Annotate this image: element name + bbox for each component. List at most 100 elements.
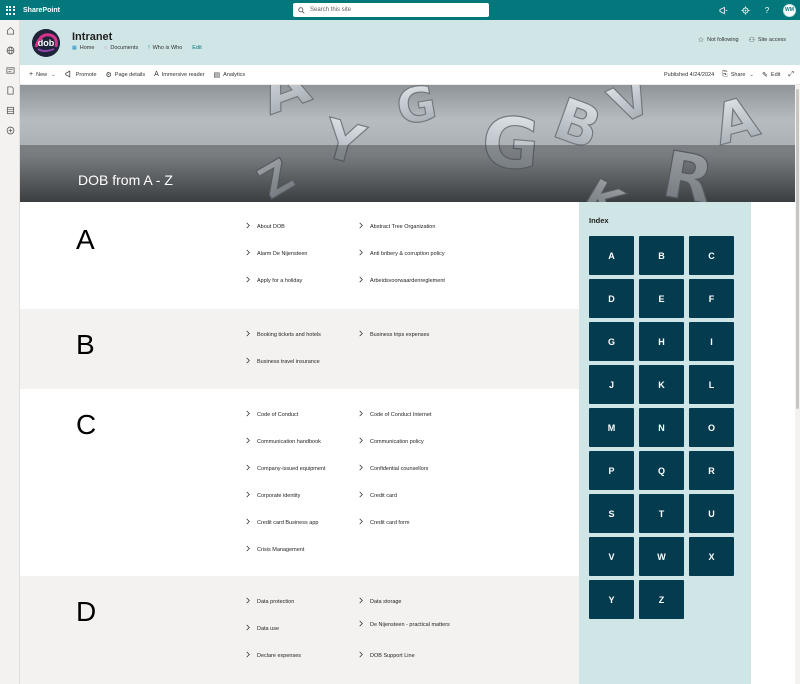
share-button[interactable]: ⎘ Share ⌄: [722, 71, 754, 79]
link-label: Declare expenses: [257, 653, 302, 659]
link-label: De Nijensteen - practical matters: [370, 622, 450, 628]
index-tile[interactable]: N: [639, 408, 684, 447]
page-details-button[interactable]: ⚙ Page details: [106, 71, 146, 79]
index-tile[interactable]: A: [589, 236, 634, 275]
link-item[interactable]: Data use: [245, 624, 347, 633]
link-item[interactable]: De Nijensteen - practical matters: [358, 620, 452, 629]
index-tile[interactable]: E: [639, 279, 684, 318]
index-tile[interactable]: H: [639, 322, 684, 361]
person-icon: ǃ: [148, 45, 150, 51]
index-tile[interactable]: I: [689, 322, 734, 361]
index-tile[interactable]: Q: [639, 451, 684, 490]
nav-item-home[interactable]: ▦ Home: [72, 45, 94, 51]
index-tile[interactable]: V: [589, 537, 634, 576]
chevron-right-icon: [246, 276, 250, 283]
index-tile[interactable]: W: [639, 537, 684, 576]
create-icon[interactable]: [0, 120, 20, 140]
news-icon[interactable]: [0, 60, 20, 80]
index-tile[interactable]: Z: [639, 580, 684, 619]
search-input[interactable]: Search this site: [293, 3, 489, 17]
index-tile[interactable]: K: [639, 365, 684, 404]
published-status: Published 4/24/2024: [664, 72, 714, 78]
gear-icon[interactable]: [734, 5, 756, 15]
index-tile[interactable]: P: [589, 451, 634, 490]
pencil-icon: ✎: [762, 72, 768, 79]
analytics-button[interactable]: ▤ Analytics: [214, 71, 246, 79]
promote-button[interactable]: Promote: [65, 70, 97, 80]
nav-item-documents[interactable]: ◌ Documents: [104, 45, 138, 51]
page-scrollbar[interactable]: [795, 85, 800, 684]
index-tile[interactable]: C: [689, 236, 734, 275]
link-item[interactable]: Arbeidsvoorwaardenreglement: [358, 276, 480, 285]
site-access-button[interactable]: ⚇ Site access: [749, 36, 786, 44]
link-item[interactable]: Business trips expenses: [358, 330, 460, 339]
nav-edit-link[interactable]: Edit: [192, 45, 201, 51]
link-item[interactable]: Business travel insurance: [245, 357, 347, 366]
new-button[interactable]: + New ⌄: [29, 71, 56, 78]
megaphone-icon[interactable]: [712, 6, 734, 15]
link-label: Code of Conduct Internet: [370, 412, 432, 418]
expand-icon[interactable]: ⤢: [788, 71, 794, 79]
link-item[interactable]: DOB Support Line: [358, 651, 460, 660]
index-tile[interactable]: J: [589, 365, 634, 404]
avatar[interactable]: WM: [783, 3, 796, 17]
link-item[interactable]: Apply for a holiday: [245, 276, 347, 285]
immersive-reader-button[interactable]: A Immersive reader: [154, 71, 204, 78]
link-item[interactable]: Credit card form: [358, 518, 460, 527]
chevron-down-icon: ⌄: [749, 72, 755, 78]
index-tile[interactable]: R: [689, 451, 734, 490]
link-item[interactable]: Communication handbook: [245, 437, 347, 446]
follow-button[interactable]: ☆ Not following: [698, 36, 739, 44]
link-item[interactable]: About DOB: [245, 222, 347, 231]
index-tile[interactable]: B: [639, 236, 684, 275]
link-item[interactable]: Credit card Business app: [245, 518, 367, 527]
page-details-label: Page details: [114, 71, 146, 78]
link-item[interactable]: Data protection: [245, 597, 347, 606]
index-tile[interactable]: X: [689, 537, 734, 576]
edit-button[interactable]: ✎ Edit: [762, 71, 780, 79]
link-item[interactable]: Booking tickets and hotels: [245, 330, 347, 339]
link-label: Business travel insurance: [257, 359, 320, 365]
index-tile[interactable]: U: [689, 494, 734, 533]
index-tile[interactable]: G: [589, 322, 634, 361]
chevron-right-icon: [359, 437, 363, 444]
scrollbar-thumb[interactable]: [796, 89, 799, 409]
document-icon[interactable]: [0, 80, 20, 100]
site-title[interactable]: Intranet: [72, 31, 112, 43]
help-icon[interactable]: ?: [756, 6, 778, 15]
index-tile[interactable]: S: [589, 494, 634, 533]
globe-icon[interactable]: [0, 40, 20, 60]
command-bar: + New ⌄ Promote ⚙ Page details A Immersi…: [20, 65, 800, 85]
link-item[interactable]: Credit card: [358, 491, 460, 500]
link-item[interactable]: Confidential counsellors: [358, 464, 460, 473]
chevron-right-icon: [359, 330, 363, 337]
index-tile[interactable]: L: [689, 365, 734, 404]
index-tile[interactable]: F: [689, 279, 734, 318]
home-icon[interactable]: [0, 20, 20, 40]
index-tile[interactable]: D: [589, 279, 634, 318]
link-item[interactable]: Company-issued equipment: [245, 464, 367, 473]
list-icon[interactable]: [0, 100, 20, 120]
index-tile[interactable]: T: [639, 494, 684, 533]
index-tile[interactable]: O: [689, 408, 734, 447]
app-name[interactable]: SharePoint: [23, 7, 60, 14]
link-item[interactable]: Data storage: [358, 597, 460, 606]
chevron-right-icon: [359, 620, 363, 627]
link-item[interactable]: Code of Conduct Internet: [358, 410, 460, 419]
analytics-icon: ▤: [213, 71, 221, 79]
link-item[interactable]: Crisis Management: [245, 545, 347, 554]
link-item[interactable]: Abstract Tree Organization: [358, 222, 460, 231]
link-item[interactable]: Declare expenses: [245, 651, 347, 660]
chevron-right-icon: [246, 437, 250, 444]
link-item[interactable]: Anti bribery & corruption policy: [358, 249, 480, 258]
link-item[interactable]: Alarm De Nijensteen: [245, 249, 347, 258]
index-tile[interactable]: Y: [589, 580, 634, 619]
link-item[interactable]: Corporate identity: [245, 491, 347, 500]
documents-icon: ◌: [104, 45, 108, 51]
link-item[interactable]: Communication policy: [358, 437, 460, 446]
app-launcher-icon[interactable]: [0, 0, 20, 20]
nav-item-who-is-who[interactable]: ǃ Who is Who: [148, 45, 182, 51]
index-tile[interactable]: M: [589, 408, 634, 447]
link-item[interactable]: Code of Conduct: [245, 410, 347, 419]
site-logo[interactable]: dob: [32, 29, 60, 57]
